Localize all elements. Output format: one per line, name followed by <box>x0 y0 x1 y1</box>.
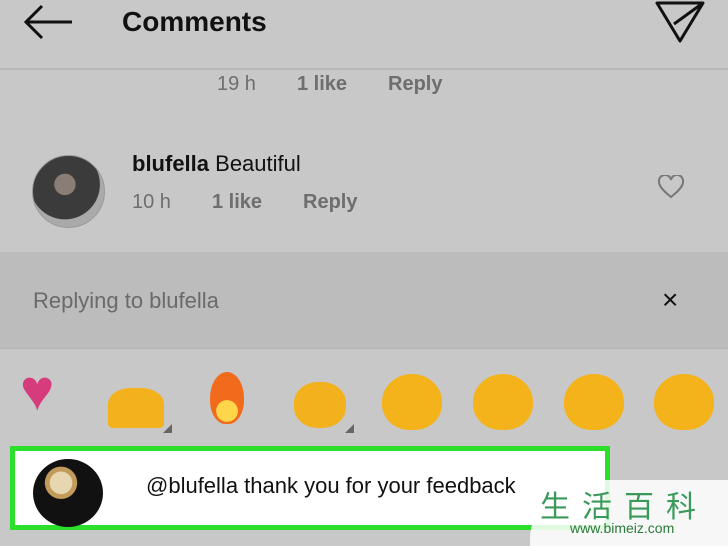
comment-input-bar: @blufella thank you for your feedback <box>10 446 610 530</box>
watermark-url: www.bimeiz.com <box>570 520 675 536</box>
comment-username[interactable]: blufella <box>132 151 209 176</box>
emoji-grinning-face[interactable] <box>654 374 714 430</box>
emoji-raised-hands[interactable] <box>108 388 164 428</box>
close-icon[interactable]: × <box>662 284 678 316</box>
comment-text: Beautiful <box>215 151 301 176</box>
comment-input[interactable]: @blufella thank you for your feedback <box>146 473 516 499</box>
skin-tone-indicator <box>345 424 354 433</box>
arrow-left-icon[interactable] <box>22 4 74 40</box>
emoji-heart[interactable]: ♥ <box>20 362 54 420</box>
emoji-clapping-hands[interactable] <box>294 382 346 428</box>
watermark: 生活百科 www.bimeiz.com <box>530 480 728 546</box>
page-title: Comments <box>122 6 267 37</box>
comment-body: blufella Beautiful <box>132 151 301 177</box>
heart-outline-icon[interactable] <box>657 175 685 199</box>
emoji-fire[interactable] <box>210 372 244 424</box>
emoji-surprised-face[interactable] <box>564 374 624 430</box>
reply-button[interactable]: Reply <box>388 73 442 96</box>
emoji-heart-eyes-face[interactable] <box>473 374 533 430</box>
skin-tone-indicator <box>163 424 172 433</box>
header: Comments <box>0 0 728 70</box>
emoji-sad-tear-face[interactable] <box>382 374 442 430</box>
paper-plane-icon[interactable] <box>654 0 706 44</box>
comment-likes[interactable]: 1 like <box>212 191 262 214</box>
comment-time: 19 h <box>217 73 256 95</box>
comment-time: 10 h <box>132 191 171 213</box>
reply-button[interactable]: Reply <box>303 191 357 214</box>
avatar[interactable] <box>32 155 105 228</box>
replying-bar: Replying to blufella × <box>0 252 728 348</box>
comment-likes[interactable]: 1 like <box>297 73 347 96</box>
user-avatar <box>33 459 103 527</box>
replying-label: Replying to blufella <box>33 288 219 313</box>
